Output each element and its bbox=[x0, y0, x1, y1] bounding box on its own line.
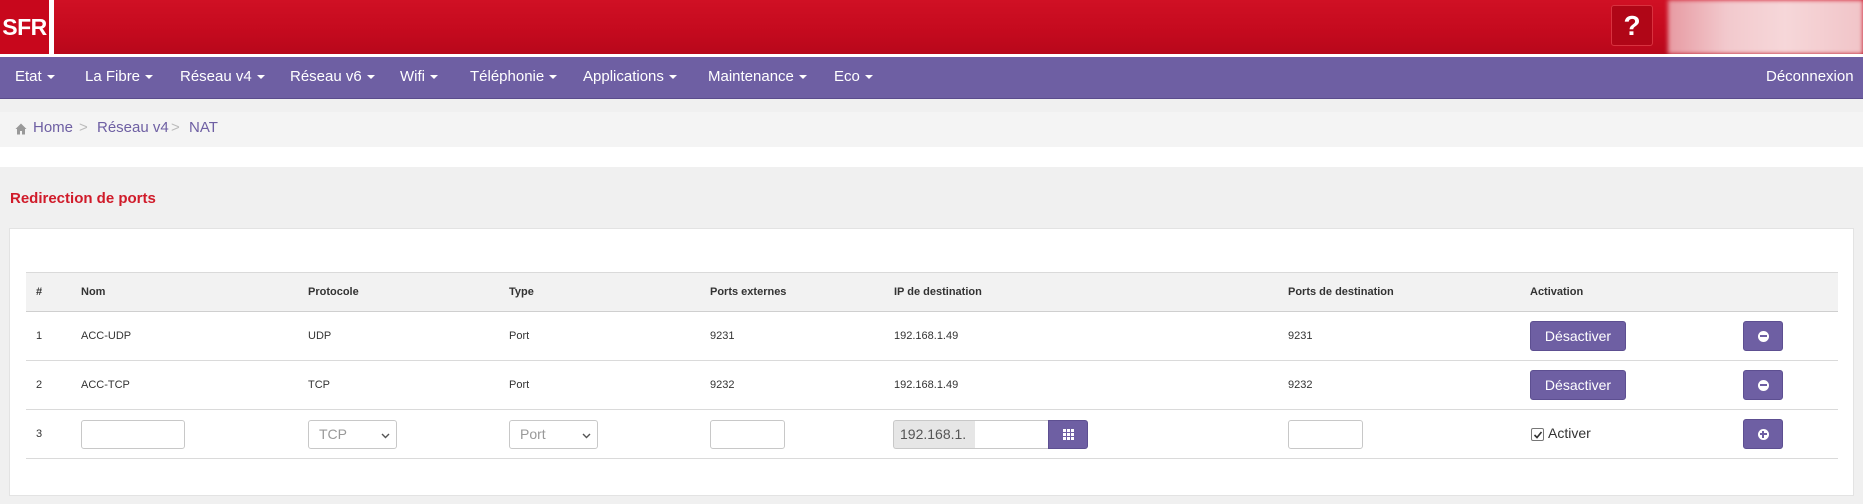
nav-item-applications[interactable]: Applications bbox=[583, 57, 677, 99]
cell-num: 2 bbox=[36, 379, 43, 391]
cell-protocole: UDP bbox=[308, 330, 332, 342]
col-nom: Nom bbox=[81, 286, 106, 298]
cell-num: 1 bbox=[36, 330, 43, 342]
breadcrumb-separator: > bbox=[79, 119, 88, 136]
col-type: Type bbox=[509, 286, 534, 298]
ip-prefix: 192.168.1. bbox=[893, 420, 975, 449]
plus-circle-icon bbox=[1757, 428, 1769, 440]
col-ip-destination: IP de destination bbox=[894, 286, 982, 298]
remove-rule-button[interactable] bbox=[1743, 370, 1783, 400]
breadcrumb-separator: > bbox=[171, 119, 180, 136]
check-icon bbox=[1533, 431, 1543, 439]
caret-down-icon bbox=[864, 75, 873, 80]
cell-type: Port bbox=[509, 330, 530, 342]
cell-ip-destination: 192.168.1.49 bbox=[894, 379, 959, 391]
type-select[interactable]: Port bbox=[509, 420, 598, 449]
logout-link[interactable]: Déconnexion bbox=[1766, 57, 1854, 99]
main-nav: Etat La Fibre Réseau v4 Réseau v6 Wifi T… bbox=[0, 57, 1863, 99]
account-info-redacted bbox=[1668, 0, 1863, 54]
col-activation: Activation bbox=[1530, 286, 1584, 298]
ip-suffix-input[interactable] bbox=[975, 420, 1048, 449]
section-title: Redirection de ports bbox=[10, 190, 156, 207]
breadcrumb: Home > Réseau v4 > NAT bbox=[0, 112, 1863, 147]
caret-down-icon bbox=[366, 75, 375, 80]
new-rule-row: 3 TCP Port 192.168.1. Activer bbox=[26, 410, 1838, 459]
table-row: 2 ACC-TCP TCP Port 9232 192.168.1.49 923… bbox=[26, 361, 1838, 410]
col-num: # bbox=[36, 286, 43, 298]
ports-destination-input[interactable] bbox=[1288, 420, 1363, 449]
caret-down-icon bbox=[549, 75, 558, 80]
chevron-down-icon bbox=[381, 433, 390, 439]
help-button[interactable]: ? bbox=[1611, 5, 1653, 46]
col-protocole: Protocole bbox=[308, 286, 359, 298]
nom-input[interactable] bbox=[81, 420, 185, 449]
cell-num: 3 bbox=[36, 428, 43, 440]
cell-protocole: TCP bbox=[308, 379, 330, 391]
activer-label: Activer bbox=[1548, 425, 1591, 441]
ip-picker-button[interactable] bbox=[1048, 420, 1088, 449]
deactivate-button[interactable]: Désactiver bbox=[1530, 370, 1626, 400]
breadcrumb-home[interactable]: Home bbox=[33, 112, 73, 144]
breadcrumb-spacer bbox=[0, 147, 1863, 167]
breadcrumb-reseau-v4[interactable]: Réseau v4 bbox=[97, 112, 169, 144]
caret-down-icon bbox=[145, 75, 154, 80]
nav-item-eco[interactable]: Eco bbox=[834, 57, 873, 99]
cell-ports-externes: 9232 bbox=[710, 379, 735, 391]
nav-item-la-fibre[interactable]: La Fibre bbox=[85, 57, 154, 99]
deactivate-button[interactable]: Désactiver bbox=[1530, 321, 1626, 351]
protocole-select[interactable]: TCP bbox=[308, 420, 397, 449]
home-icon bbox=[15, 123, 27, 135]
nav-item-reseau-v4[interactable]: Réseau v4 bbox=[180, 57, 265, 99]
cell-type: Port bbox=[509, 379, 530, 391]
col-ports-destination: Ports de destination bbox=[1288, 286, 1394, 298]
add-rule-button[interactable] bbox=[1743, 419, 1783, 449]
nav-item-maintenance[interactable]: Maintenance bbox=[708, 57, 807, 99]
col-ports-externes: Ports externes bbox=[710, 286, 787, 298]
activer-checkbox[interactable] bbox=[1531, 428, 1544, 441]
table-header: # Nom Protocole Type Ports externes IP d… bbox=[26, 272, 1838, 312]
nav-item-reseau-v6[interactable]: Réseau v6 bbox=[290, 57, 375, 99]
top-header: SFR ? bbox=[0, 0, 1863, 54]
caret-down-icon bbox=[46, 75, 55, 80]
cell-ports-externes: 9231 bbox=[710, 330, 735, 342]
cell-ports-destination: 9232 bbox=[1288, 379, 1313, 391]
caret-down-icon bbox=[668, 75, 677, 80]
cell-nom: ACC-TCP bbox=[81, 379, 130, 391]
cell-ip-destination: 192.168.1.49 bbox=[894, 330, 959, 342]
remove-rule-button[interactable] bbox=[1743, 321, 1783, 351]
nav-item-etat[interactable]: Etat bbox=[15, 57, 55, 99]
table-row: 1 ACC-UDP UDP Port 9231 192.168.1.49 923… bbox=[26, 312, 1838, 361]
ports-externes-input[interactable] bbox=[710, 420, 785, 449]
caret-down-icon bbox=[256, 75, 265, 80]
grid-icon bbox=[1062, 429, 1074, 440]
breadcrumb-current[interactable]: NAT bbox=[189, 112, 218, 144]
minus-circle-icon bbox=[1757, 379, 1769, 391]
chevron-down-icon bbox=[582, 433, 591, 439]
caret-down-icon bbox=[798, 75, 807, 80]
cell-ports-destination: 9231 bbox=[1288, 330, 1313, 342]
nav-item-wifi[interactable]: Wifi bbox=[400, 57, 438, 99]
caret-down-icon bbox=[430, 75, 438, 80]
sfr-logo[interactable]: SFR bbox=[0, 0, 54, 54]
nav-item-telephonie[interactable]: Téléphonie bbox=[470, 57, 558, 99]
minus-circle-icon bbox=[1757, 330, 1769, 342]
cell-nom: ACC-UDP bbox=[81, 330, 132, 342]
